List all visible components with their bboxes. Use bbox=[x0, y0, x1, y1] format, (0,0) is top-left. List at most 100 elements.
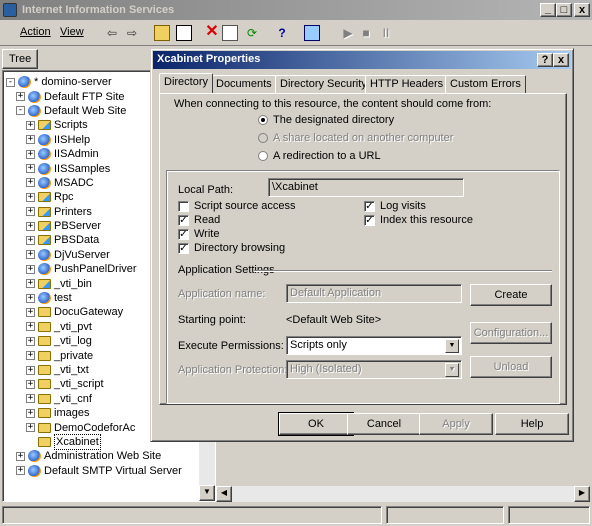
app-protection-select[interactable]: High (Isolated) ▼ bbox=[286, 360, 462, 379]
expand-icon[interactable]: + bbox=[26, 149, 35, 159]
expand-icon[interactable]: + bbox=[26, 235, 35, 245]
tab-documents-label: Documents bbox=[216, 78, 272, 90]
app-icon bbox=[38, 263, 51, 276]
maximize-button[interactable]: □ bbox=[556, 3, 572, 17]
help-icon[interactable]: ? bbox=[274, 25, 290, 41]
vdir-folder-icon bbox=[38, 120, 51, 131]
tree-item-label: Default Web Site bbox=[44, 104, 127, 117]
dialog-help-button[interactable]: ? bbox=[537, 53, 553, 67]
help-button[interactable]: Help bbox=[495, 413, 569, 435]
folder-icon bbox=[38, 321, 51, 332]
menu-action[interactable]: Action bbox=[20, 26, 51, 38]
web-site-icon bbox=[28, 450, 41, 463]
create-button[interactable]: Create bbox=[470, 284, 552, 306]
properties-icon[interactable] bbox=[222, 25, 238, 41]
local-path-field[interactable]: \Xcabinet bbox=[268, 178, 464, 197]
tree-item-label: test bbox=[54, 292, 72, 305]
tree-scroll-down[interactable]: ▼ bbox=[199, 485, 215, 501]
tree-tab[interactable]: Tree bbox=[2, 49, 38, 69]
unload-button[interactable]: Unload bbox=[470, 356, 552, 378]
back-arrow-icon[interactable]: ⇦ bbox=[104, 25, 120, 41]
expand-icon[interactable]: + bbox=[26, 164, 35, 174]
close-button[interactable]: x bbox=[574, 3, 590, 17]
checkbox-index-resource[interactable]: ✓ Index this resource bbox=[364, 214, 473, 226]
expand-icon[interactable]: + bbox=[26, 293, 35, 303]
expand-icon[interactable]: + bbox=[26, 250, 35, 260]
up-folder-icon[interactable] bbox=[154, 25, 170, 41]
expand-icon[interactable]: + bbox=[16, 466, 25, 476]
ok-button[interactable]: OK bbox=[278, 412, 354, 436]
tab-documents[interactable]: Documents bbox=[211, 75, 277, 93]
expand-icon[interactable]: + bbox=[26, 192, 35, 202]
expand-icon[interactable]: + bbox=[26, 351, 35, 361]
checkmark-icon: ✓ bbox=[364, 200, 375, 212]
dialog-title-bar: Xcabinet Properties ? x bbox=[153, 51, 571, 69]
properties-dialog: Xcabinet Properties ? x Directory Docume… bbox=[150, 48, 574, 442]
radio-redirect-url[interactable]: A redirection to a URL bbox=[258, 150, 381, 162]
right-pane-hscroll[interactable]: ◀ ▶ bbox=[216, 486, 590, 502]
expand-icon[interactable]: + bbox=[26, 207, 35, 217]
expand-icon[interactable]: + bbox=[16, 451, 25, 461]
computer-icon[interactable] bbox=[304, 25, 320, 41]
main-title: Internet Information Services bbox=[22, 4, 175, 16]
app-settings-divider bbox=[254, 270, 552, 272]
checkbox-script-source[interactable]: Script source access bbox=[178, 200, 295, 212]
hscroll-left[interactable]: ◀ bbox=[216, 486, 232, 502]
forward-arrow-icon[interactable]: ⇨ bbox=[124, 25, 140, 41]
menu-view[interactable]: View bbox=[60, 26, 84, 38]
cb-read-label: Read bbox=[194, 214, 221, 226]
expand-icon[interactable]: + bbox=[26, 394, 35, 404]
collapse-icon[interactable]: - bbox=[6, 77, 15, 87]
checkbox-read[interactable]: ✓ Read bbox=[178, 214, 220, 226]
expand-icon[interactable]: + bbox=[26, 307, 35, 317]
expand-icon[interactable]: + bbox=[26, 221, 35, 231]
configuration-button[interactable]: Configuration... bbox=[470, 322, 552, 344]
checkbox-write[interactable]: ✓ Write bbox=[178, 228, 219, 240]
tree-item[interactable]: + Default SMTP Virtual Server bbox=[6, 464, 196, 478]
collapse-icon[interactable]: - bbox=[16, 106, 25, 116]
expand-icon[interactable]: + bbox=[26, 379, 35, 389]
tab-http-headers[interactable]: HTTP Headers bbox=[365, 75, 449, 93]
expand-icon[interactable]: + bbox=[26, 120, 35, 130]
folder-icon bbox=[38, 436, 51, 447]
tab-custom-errors[interactable]: Custom Errors bbox=[445, 75, 526, 93]
pause-icon[interactable]: II bbox=[378, 25, 394, 41]
expand-icon[interactable]: + bbox=[26, 135, 35, 145]
radio-designated-directory[interactable]: The designated directory bbox=[258, 114, 394, 126]
checkbox-log-visits[interactable]: ✓ Log visits bbox=[364, 200, 426, 212]
dialog-close-button[interactable]: x bbox=[553, 53, 569, 67]
refresh-icon[interactable]: ⟳ bbox=[244, 25, 260, 41]
tree-item-label: _vti_bin bbox=[54, 277, 92, 290]
cancel-button[interactable]: Cancel bbox=[347, 413, 421, 435]
tab-directory[interactable]: Directory bbox=[159, 73, 214, 93]
expand-icon[interactable]: + bbox=[26, 336, 35, 346]
expand-icon[interactable]: + bbox=[26, 279, 35, 289]
play-icon[interactable]: ▶ bbox=[340, 25, 356, 41]
tree-item[interactable]: + Administration Web Site bbox=[6, 449, 196, 463]
minimize-button[interactable]: _ bbox=[540, 3, 556, 17]
app-protection-label: Application Protection: bbox=[178, 364, 288, 376]
execute-permissions-select[interactable]: Scripts only ▼ bbox=[286, 336, 462, 355]
tree-item-label: DemoCodeforAc bbox=[54, 421, 136, 434]
expand-icon[interactable]: + bbox=[26, 322, 35, 332]
expand-icon[interactable]: + bbox=[26, 408, 35, 418]
delete-icon[interactable]: ✕ bbox=[204, 24, 220, 40]
expand-icon[interactable]: + bbox=[26, 423, 35, 433]
show-tree-icon[interactable] bbox=[176, 25, 192, 41]
expand-icon[interactable]: + bbox=[26, 365, 35, 375]
expand-icon[interactable]: + bbox=[26, 264, 35, 274]
dropdown-arrow-icon[interactable]: ▼ bbox=[445, 363, 459, 377]
checkmark-icon: ✓ bbox=[178, 214, 189, 226]
expand-icon[interactable]: + bbox=[16, 92, 25, 102]
hscroll-right[interactable]: ▶ bbox=[574, 486, 590, 502]
expand-icon[interactable]: + bbox=[26, 178, 35, 188]
apply-button[interactable]: Apply bbox=[419, 413, 493, 435]
radio-2-label: A share located on another computer bbox=[273, 132, 454, 144]
dropdown-arrow-icon[interactable]: ▼ bbox=[445, 339, 459, 353]
tab-directory-security[interactable]: Directory Security bbox=[275, 75, 372, 93]
radio-share-other-computer[interactable]: A share located on another computer bbox=[258, 132, 453, 144]
checkbox-directory-browsing[interactable]: ✓ Directory browsing bbox=[178, 242, 285, 254]
stop-icon[interactable]: ■ bbox=[358, 25, 374, 41]
app-name-field[interactable]: Default Application bbox=[286, 284, 462, 303]
starting-point-value: <Default Web Site> bbox=[286, 314, 382, 326]
